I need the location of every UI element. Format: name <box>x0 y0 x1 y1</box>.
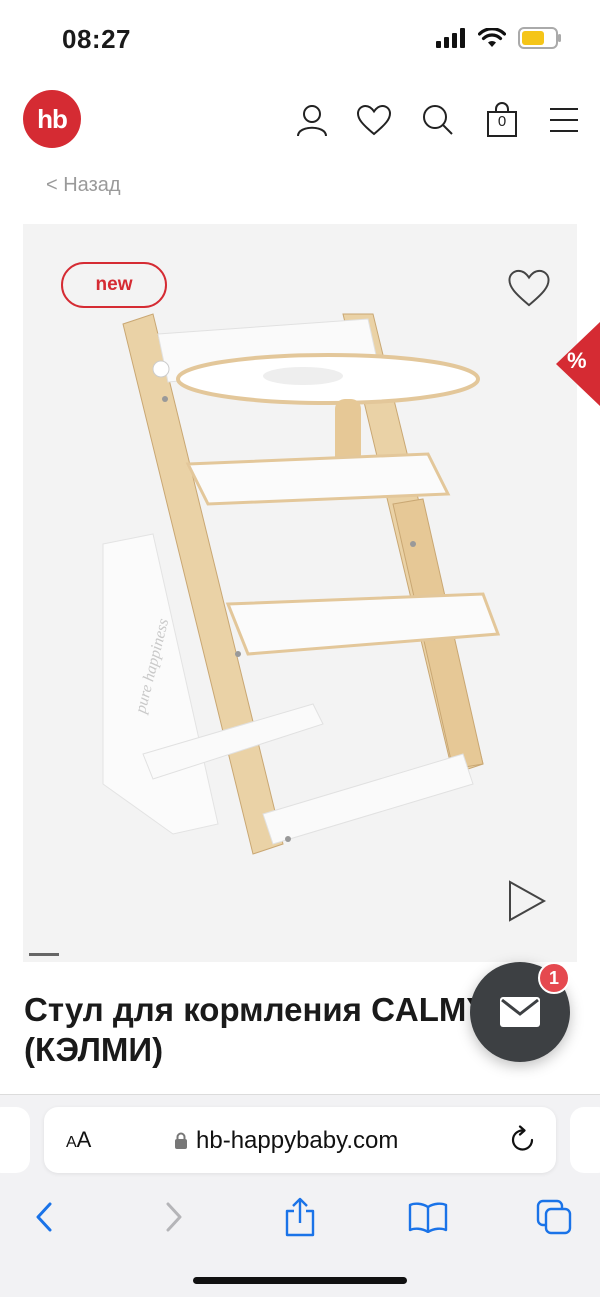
search-icon <box>423 105 453 135</box>
cart-button[interactable]: 0 <box>482 100 522 140</box>
tabs-button[interactable] <box>532 1195 576 1239</box>
back-link[interactable]: < Назад <box>46 174 121 197</box>
menu-button[interactable] <box>544 100 584 140</box>
book-icon <box>408 1202 448 1233</box>
play-video-button[interactable] <box>507 879 547 928</box>
heart-icon <box>356 104 392 136</box>
reload-button[interactable] <box>510 1125 536 1158</box>
sale-tab[interactable]: % <box>556 322 600 406</box>
gallery-pagination[interactable] <box>29 953 59 956</box>
next-tab-preview[interactable] <box>570 1107 600 1173</box>
chevron-left-icon <box>36 1202 52 1232</box>
heart-icon <box>508 269 550 307</box>
user-icon <box>297 105 327 137</box>
account-button[interactable] <box>292 100 332 140</box>
previous-tab-preview[interactable] <box>0 1107 30 1173</box>
status-icons <box>436 27 562 49</box>
status-time: 08:27 <box>62 24 131 54</box>
battery-icon <box>518 27 561 49</box>
favorites-button[interactable] <box>354 100 394 140</box>
url-display[interactable]: hb-happybaby.com <box>174 1127 398 1155</box>
play-icon <box>509 880 547 922</box>
url-text: hb-happybaby.com <box>196 1127 399 1154</box>
browser-toolbar: AA hb-happybaby.com <box>0 1094 600 1297</box>
home-indicator <box>193 1277 407 1284</box>
mail-icon <box>500 997 540 1027</box>
new-badge: new <box>61 262 167 308</box>
lock-icon <box>175 1132 187 1149</box>
reader-settings-button[interactable]: AA <box>66 1127 91 1153</box>
unread-badge: 1 <box>538 962 570 994</box>
tabs-icon <box>536 1199 572 1235</box>
site-header: hb 0 <box>0 80 600 160</box>
product-photo-highchair: pure happiness <box>102 313 501 855</box>
forward-button[interactable] <box>152 1195 196 1239</box>
sale-tab-label: % <box>567 348 587 373</box>
back-button[interactable] <box>22 1195 66 1239</box>
product-gallery[interactable]: new pure happiness <box>23 224 577 962</box>
wifi-icon <box>478 28 506 47</box>
status-bar: 08:27 <box>0 0 600 80</box>
bookmarks-button[interactable] <box>406 1195 450 1239</box>
product-title: Стул для кормления CALMY (КЭЛМИ) <box>24 991 488 1068</box>
signal-icon <box>436 28 465 48</box>
chevron-right-icon <box>166 1202 182 1232</box>
brand-logo[interactable]: hb <box>23 90 81 148</box>
cart-count: 0 <box>497 113 507 130</box>
search-button[interactable] <box>418 100 458 140</box>
share-button[interactable] <box>278 1195 322 1239</box>
chat-button[interactable]: 1 <box>470 962 570 1062</box>
share-icon <box>285 1197 315 1237</box>
reload-icon <box>511 1125 534 1151</box>
address-bar[interactable]: AA hb-happybaby.com <box>44 1107 556 1173</box>
menu-icon <box>550 108 578 132</box>
